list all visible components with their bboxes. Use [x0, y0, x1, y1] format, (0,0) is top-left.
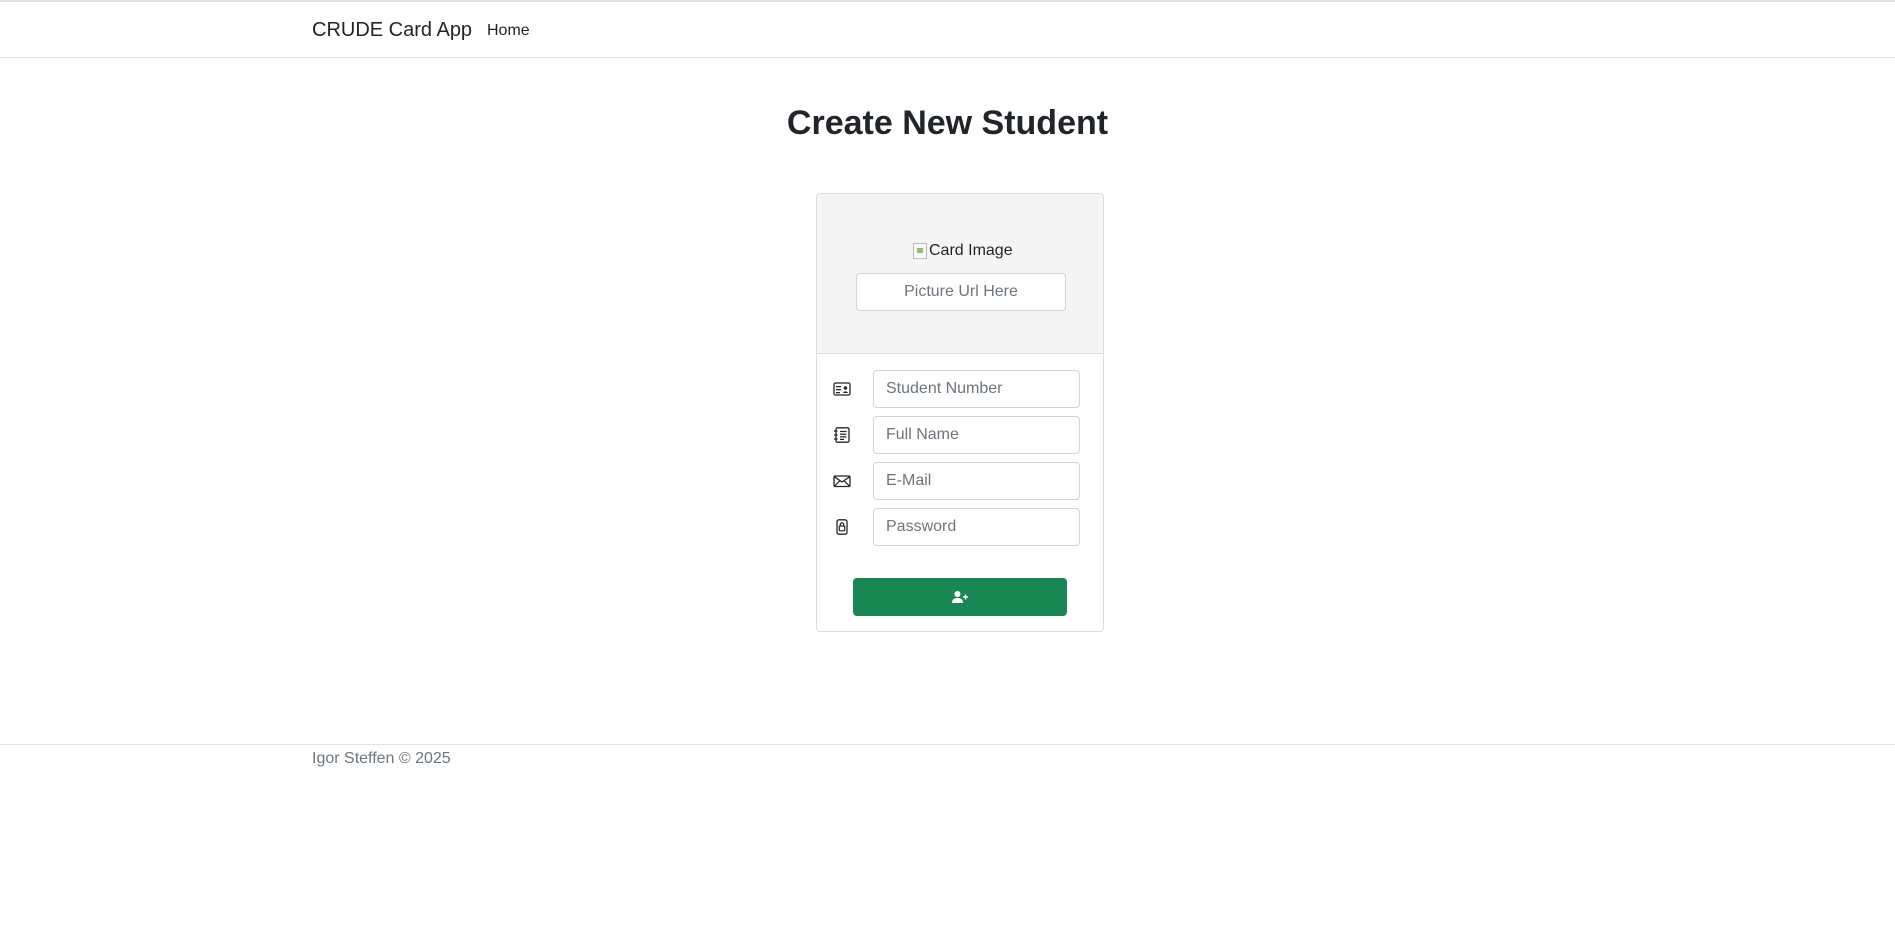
page-title: Create New Student	[786, 104, 1109, 142]
full-name-input[interactable]	[873, 416, 1080, 454]
footer-copyright: Igor Steffen © 2025	[312, 750, 451, 767]
email-row	[833, 462, 1080, 500]
broken-image-icon	[913, 243, 927, 259]
id-card-icon	[833, 382, 851, 396]
student-number-input[interactable]	[873, 370, 1080, 408]
top-navbar: CRUDE Card App Home	[0, 0, 1895, 58]
card-image-section: Card Image	[817, 194, 1103, 354]
card-image: Card Image	[913, 242, 1013, 260]
email-input[interactable]	[873, 462, 1080, 500]
lock-icon	[836, 519, 848, 535]
nav-link-home[interactable]: Home	[487, 22, 530, 40]
person-plus-icon	[952, 591, 968, 603]
footer: Igor Steffen © 2025	[0, 744, 1895, 784]
card-image-alt-text: Card Image	[929, 242, 1013, 259]
journal-text-icon	[834, 427, 850, 443]
password-input[interactable]	[873, 508, 1080, 546]
envelope-icon	[833, 475, 851, 488]
full-name-row	[833, 416, 1080, 454]
student-card: Card Image	[816, 193, 1104, 632]
brand-link[interactable]: CRUDE Card App	[312, 19, 472, 42]
password-row	[833, 508, 1080, 546]
create-student-button[interactable]	[853, 578, 1067, 616]
student-number-row	[833, 370, 1080, 408]
picture-url-input[interactable]	[856, 273, 1066, 311]
